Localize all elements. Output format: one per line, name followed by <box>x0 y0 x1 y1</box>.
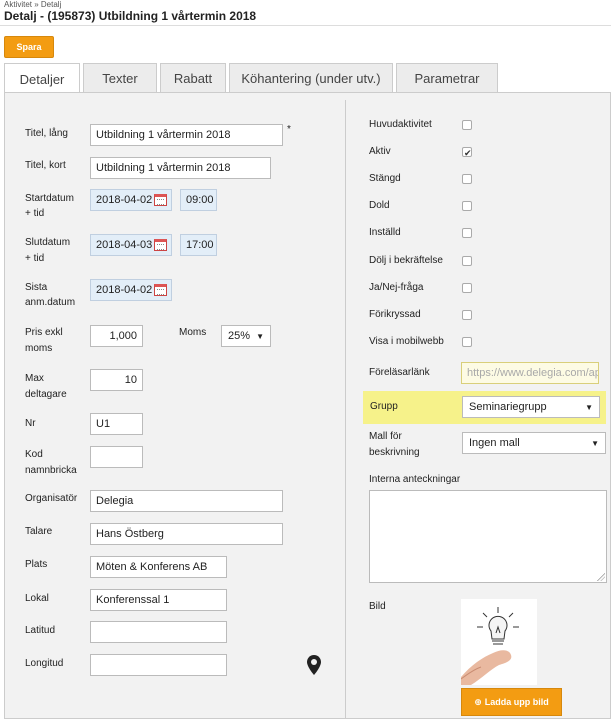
grupp-value: Seminariegrupp <box>469 401 547 413</box>
moms-label: Moms <box>179 327 207 338</box>
checkbox[interactable] <box>462 174 472 184</box>
startdatum-value: 2018-04-02 <box>96 194 153 206</box>
startdatum-label-2: + tid <box>25 208 45 219</box>
bild-label: Bild <box>369 601 386 612</box>
mall-label: Mall för <box>369 431 402 442</box>
sista-label: Sista <box>25 282 48 293</box>
mall-value: Ingen mall <box>469 437 520 449</box>
startdatum-label: Startdatum <box>25 193 74 204</box>
nr-input[interactable]: U1 <box>90 413 143 435</box>
checkbox[interactable] <box>462 120 472 130</box>
plus-circle-icon: ⊕ <box>474 696 482 707</box>
upload-image-button[interactable]: ⊕ Ladda upp bild <box>461 688 562 716</box>
checkbox-label: Inställd <box>369 227 401 238</box>
breadcrumb: Aktivitet » Detalj <box>4 0 62 9</box>
header-divider <box>0 25 611 26</box>
kod-namnbricka-input[interactable] <box>90 446 143 468</box>
checkbox[interactable] <box>462 310 472 320</box>
tab-detaljer[interactable]: Detaljer <box>4 63 80 94</box>
checkbox-label: Förikryssad <box>369 309 421 320</box>
slutdatum-value: 2018-04-03 <box>96 239 153 251</box>
organisator-input[interactable]: Delegia <box>90 490 283 512</box>
dropdown-arrow-icon: ▼ <box>256 331 264 341</box>
organisator-label: Organisatör <box>25 493 78 504</box>
lokal-label: Lokal <box>25 593 49 604</box>
latitud-label: Latitud <box>25 625 56 636</box>
max-deltagare-input[interactable]: 10 <box>90 369 143 391</box>
sluttid-input[interactable]: 17:00 <box>180 234 217 256</box>
max-label: Max <box>25 373 44 384</box>
checkbox[interactable] <box>462 228 472 238</box>
slutdatum-input[interactable]: 2018-04-03 <box>90 234 172 256</box>
slutdatum-label: Slutdatum <box>25 237 71 248</box>
column-divider <box>345 100 346 719</box>
calendar-icon[interactable] <box>154 194 167 206</box>
titel-lang-input[interactable]: Utbildning 1 vårtermin 2018 <box>90 124 283 146</box>
talare-input[interactable]: Hans Östberg <box>90 523 283 545</box>
resize-grip-icon[interactable] <box>597 573 605 581</box>
checkbox[interactable] <box>462 201 472 211</box>
dropdown-arrow-icon: ▼ <box>591 438 599 448</box>
checkbox-label: Huvudaktivitet <box>369 119 432 130</box>
titel-kort-label: Titel, kort <box>25 160 66 171</box>
mall-label-2: beskrivning <box>369 447 420 458</box>
max-label-2: deltagare <box>25 389 67 400</box>
talare-label: Talare <box>25 526 53 537</box>
upload-label: Ladda upp bild <box>484 697 549 707</box>
lokal-input[interactable]: Konferenssal 1 <box>90 589 227 611</box>
titel-lang-label: Titel, lång <box>25 128 68 139</box>
latitud-input[interactable] <box>90 621 227 643</box>
kod-label: Kod <box>25 449 43 460</box>
grupp-label: Grupp <box>370 401 398 412</box>
lightbulb-hand-icon <box>460 607 519 685</box>
titel-kort-input[interactable]: Utbildning 1 vårtermin 2018 <box>90 157 271 179</box>
sista-anm-value: 2018-04-02 <box>96 284 153 296</box>
sista-anm-input[interactable]: 2018-04-02 <box>90 279 172 301</box>
grupp-select[interactable]: Seminariegrupp ▼ <box>462 396 600 418</box>
calendar-icon[interactable] <box>154 284 167 296</box>
forelasarlank-input[interactable]: https://www.delegia.com/ap <box>461 362 599 384</box>
checkbox-label: Dold <box>369 200 390 211</box>
sista-label-2: anm.datum <box>25 297 76 308</box>
anteckningar-textarea[interactable] <box>369 490 607 583</box>
startdatum-input[interactable]: 2018-04-02 <box>90 189 172 211</box>
pris-label: Pris exkl <box>25 327 63 338</box>
checkbox-label: Visa i mobilwebb <box>369 336 444 347</box>
save-button[interactable]: Spara <box>4 36 54 58</box>
checkbox-label: Dölj i bekräftelse <box>369 255 443 266</box>
anteckningar-label: Interna anteckningar <box>369 474 461 485</box>
calendar-icon[interactable] <box>154 239 167 251</box>
mall-select[interactable]: Ingen mall ▼ <box>462 432 606 454</box>
checkbox[interactable] <box>462 147 472 158</box>
slutdatum-label-2: + tid <box>25 253 45 264</box>
forelasarlank-label: Föreläsarlänk <box>369 367 430 378</box>
dropdown-arrow-icon: ▼ <box>585 402 593 412</box>
required-mark: * <box>287 124 291 135</box>
plats-input[interactable]: Möten & Konferens AB <box>90 556 227 578</box>
checkbox[interactable] <box>462 337 472 347</box>
kod-label-2: namnbricka <box>25 465 77 476</box>
moms-value: 25% <box>228 330 251 342</box>
starttid-input[interactable]: 09:00 <box>180 189 217 211</box>
tab-texter[interactable]: Texter <box>83 63 157 93</box>
tab-rabatt[interactable]: Rabatt <box>160 63 226 93</box>
map-pin-icon[interactable] <box>307 655 321 678</box>
longitud-input[interactable] <box>90 654 227 676</box>
tab-kohantering[interactable]: Köhantering (under utv.) <box>229 63 393 93</box>
longitud-label: Longitud <box>25 658 64 669</box>
nr-label: Nr <box>25 418 36 429</box>
page-title: Detalj - (195873) Utbildning 1 vårtermin… <box>4 9 257 23</box>
tab-parametrar[interactable]: Parametrar <box>396 63 498 93</box>
pris-input[interactable]: 1,000 <box>90 325 143 347</box>
checkbox[interactable] <box>462 256 472 266</box>
pris-label-2: moms <box>25 343 53 354</box>
bild-preview <box>460 599 537 685</box>
checkbox-label: Aktiv <box>369 146 391 157</box>
plats-label: Plats <box>25 559 48 570</box>
checkbox-label: Ja/Nej-fråga <box>369 282 424 293</box>
checkbox[interactable] <box>462 283 472 293</box>
moms-select[interactable]: 25% ▼ <box>221 325 271 347</box>
checkbox-label: Stängd <box>369 173 401 184</box>
